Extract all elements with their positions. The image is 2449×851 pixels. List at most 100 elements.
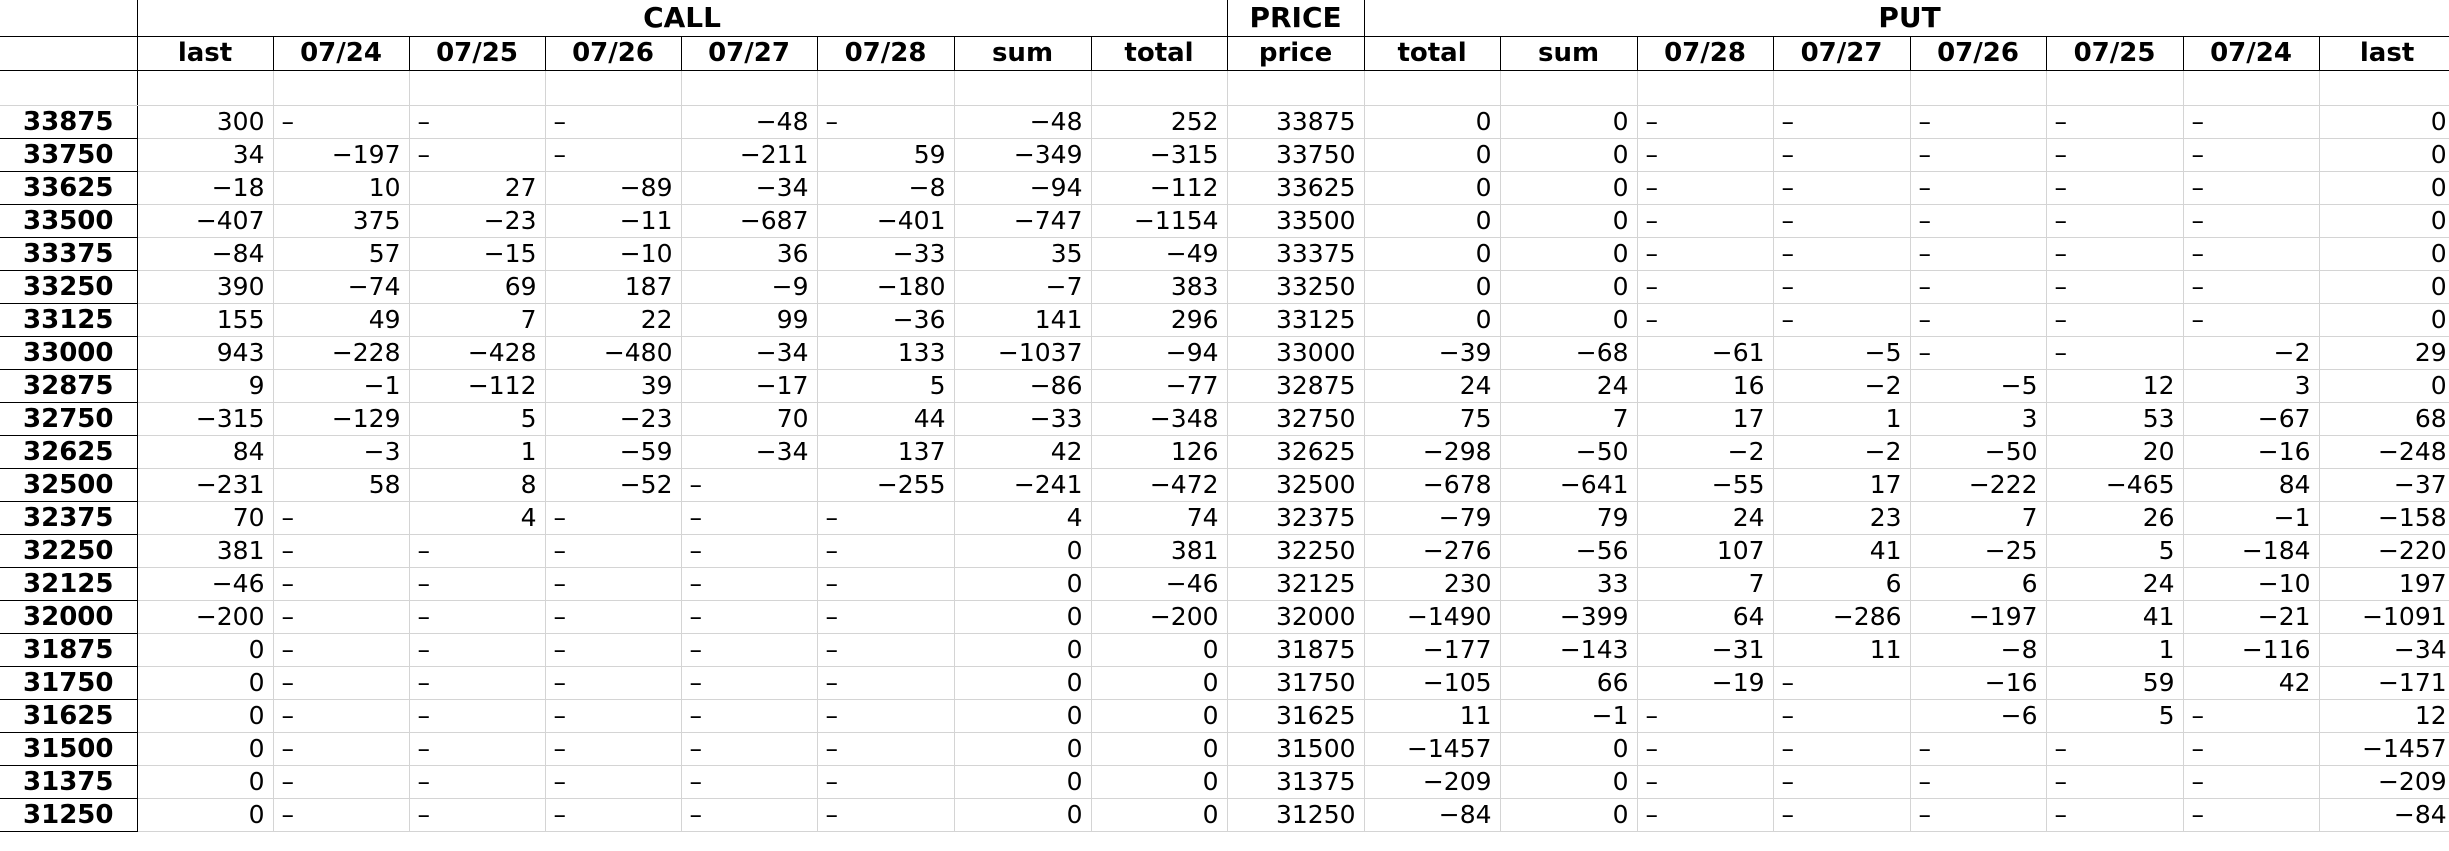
- table-cell[interactable]: –: [817, 732, 955, 766]
- table-cell[interactable]: 24: [2046, 567, 2184, 601]
- table-cell[interactable]: –: [817, 105, 955, 139]
- blank-cell[interactable]: [545, 70, 682, 106]
- table-cell[interactable]: 0: [954, 600, 1092, 634]
- table-cell[interactable]: –: [817, 567, 955, 601]
- table-cell[interactable]: –: [2183, 270, 2320, 304]
- table-cell[interactable]: 75: [1364, 402, 1501, 436]
- table-cell[interactable]: 137: [817, 435, 955, 469]
- table-cell[interactable]: −220: [2319, 534, 2449, 568]
- table-cell[interactable]: −39: [1364, 336, 1501, 370]
- table-cell[interactable]: −209: [2319, 765, 2449, 799]
- table-cell[interactable]: −129: [273, 402, 410, 436]
- table-cell[interactable]: −200: [1091, 600, 1228, 634]
- row-label[interactable]: 31500: [0, 732, 138, 766]
- table-cell[interactable]: −34: [681, 435, 818, 469]
- table-cell[interactable]: 0: [2319, 237, 2449, 271]
- table-cell[interactable]: −2: [2183, 336, 2320, 370]
- table-cell[interactable]: –: [409, 666, 546, 700]
- table-cell[interactable]: –: [2046, 765, 2184, 799]
- table-cell[interactable]: 24: [1500, 369, 1638, 403]
- column-header[interactable]: sum: [1500, 36, 1638, 71]
- table-cell[interactable]: 0: [1091, 798, 1228, 832]
- table-cell[interactable]: –: [817, 699, 955, 733]
- table-cell[interactable]: 0: [1091, 633, 1228, 667]
- table-cell[interactable]: 252: [1091, 105, 1228, 139]
- table-cell[interactable]: −74: [273, 270, 410, 304]
- table-cell[interactable]: 7: [1500, 402, 1638, 436]
- table-cell[interactable]: –: [1910, 798, 2047, 832]
- table-cell[interactable]: 33875: [1227, 105, 1365, 139]
- table-cell[interactable]: –: [681, 534, 818, 568]
- table-cell[interactable]: –: [409, 534, 546, 568]
- table-cell[interactable]: 0: [1364, 303, 1501, 337]
- table-cell[interactable]: –: [273, 534, 410, 568]
- table-cell[interactable]: –: [1637, 765, 1774, 799]
- table-cell[interactable]: –: [817, 534, 955, 568]
- table-cell[interactable]: −349: [954, 138, 1092, 172]
- table-cell[interactable]: –: [545, 633, 682, 667]
- table-cell[interactable]: –: [273, 633, 410, 667]
- table-cell[interactable]: –: [1637, 204, 1774, 238]
- table-cell[interactable]: −112: [1091, 171, 1228, 205]
- table-cell[interactable]: 53: [2046, 402, 2184, 436]
- table-cell[interactable]: −200: [137, 600, 274, 634]
- table-cell[interactable]: 0: [954, 567, 1092, 601]
- row-label[interactable]: 32750: [0, 402, 138, 436]
- table-cell[interactable]: −1490: [1364, 600, 1501, 634]
- table-cell[interactable]: 0: [954, 699, 1092, 733]
- column-header[interactable]: total: [1364, 36, 1501, 71]
- table-cell[interactable]: –: [2183, 699, 2320, 733]
- table-cell[interactable]: 7: [409, 303, 546, 337]
- table-cell[interactable]: −94: [954, 171, 1092, 205]
- table-cell[interactable]: 27: [409, 171, 546, 205]
- table-cell[interactable]: 59: [817, 138, 955, 172]
- table-cell[interactable]: −197: [273, 138, 410, 172]
- table-cell[interactable]: −197: [1910, 600, 2047, 634]
- table-cell[interactable]: −5: [1773, 336, 1911, 370]
- column-header[interactable]: 07/26: [1910, 36, 2047, 71]
- table-cell[interactable]: 26: [2046, 501, 2184, 535]
- blank-cell[interactable]: [2183, 70, 2320, 106]
- table-cell[interactable]: –: [2046, 237, 2184, 271]
- row-label[interactable]: 33750: [0, 138, 138, 172]
- table-cell[interactable]: –: [1910, 270, 2047, 304]
- table-cell[interactable]: −34: [681, 171, 818, 205]
- table-cell[interactable]: −16: [1910, 666, 2047, 700]
- column-header[interactable]: 07/28: [817, 36, 955, 71]
- table-cell[interactable]: −56: [1500, 534, 1638, 568]
- table-cell[interactable]: –: [681, 699, 818, 733]
- table-cell[interactable]: −10: [545, 237, 682, 271]
- table-cell[interactable]: 29: [2319, 336, 2449, 370]
- table-cell[interactable]: −143: [1500, 633, 1638, 667]
- table-cell[interactable]: 16: [1637, 369, 1774, 403]
- table-cell[interactable]: −67: [2183, 402, 2320, 436]
- table-cell[interactable]: –: [817, 600, 955, 634]
- table-cell[interactable]: –: [1637, 303, 1774, 337]
- table-cell[interactable]: –: [1910, 171, 2047, 205]
- table-cell[interactable]: −401: [817, 204, 955, 238]
- table-cell[interactable]: 0: [137, 633, 274, 667]
- table-cell[interactable]: –: [545, 567, 682, 601]
- table-cell[interactable]: 0: [1500, 765, 1638, 799]
- table-cell[interactable]: −34: [681, 336, 818, 370]
- table-cell[interactable]: 296: [1091, 303, 1228, 337]
- table-cell[interactable]: –: [2183, 138, 2320, 172]
- table-cell[interactable]: –: [681, 798, 818, 832]
- table-cell[interactable]: –: [1637, 237, 1774, 271]
- table-cell[interactable]: 0: [1500, 138, 1638, 172]
- row-label[interactable]: 31375: [0, 765, 138, 799]
- table-cell[interactable]: 9: [137, 369, 274, 403]
- table-cell[interactable]: 0: [954, 732, 1092, 766]
- table-cell[interactable]: 39: [545, 369, 682, 403]
- table-cell[interactable]: –: [1910, 303, 2047, 337]
- table-cell[interactable]: 70: [137, 501, 274, 535]
- table-cell[interactable]: 5: [2046, 699, 2184, 733]
- table-cell[interactable]: 0: [1091, 765, 1228, 799]
- table-cell[interactable]: 381: [1091, 534, 1228, 568]
- table-cell[interactable]: –: [681, 765, 818, 799]
- table-cell[interactable]: −241: [954, 468, 1092, 502]
- table-cell[interactable]: –: [545, 699, 682, 733]
- table-cell[interactable]: –: [2183, 732, 2320, 766]
- table-cell[interactable]: −68: [1500, 336, 1638, 370]
- table-cell[interactable]: −116: [2183, 633, 2320, 667]
